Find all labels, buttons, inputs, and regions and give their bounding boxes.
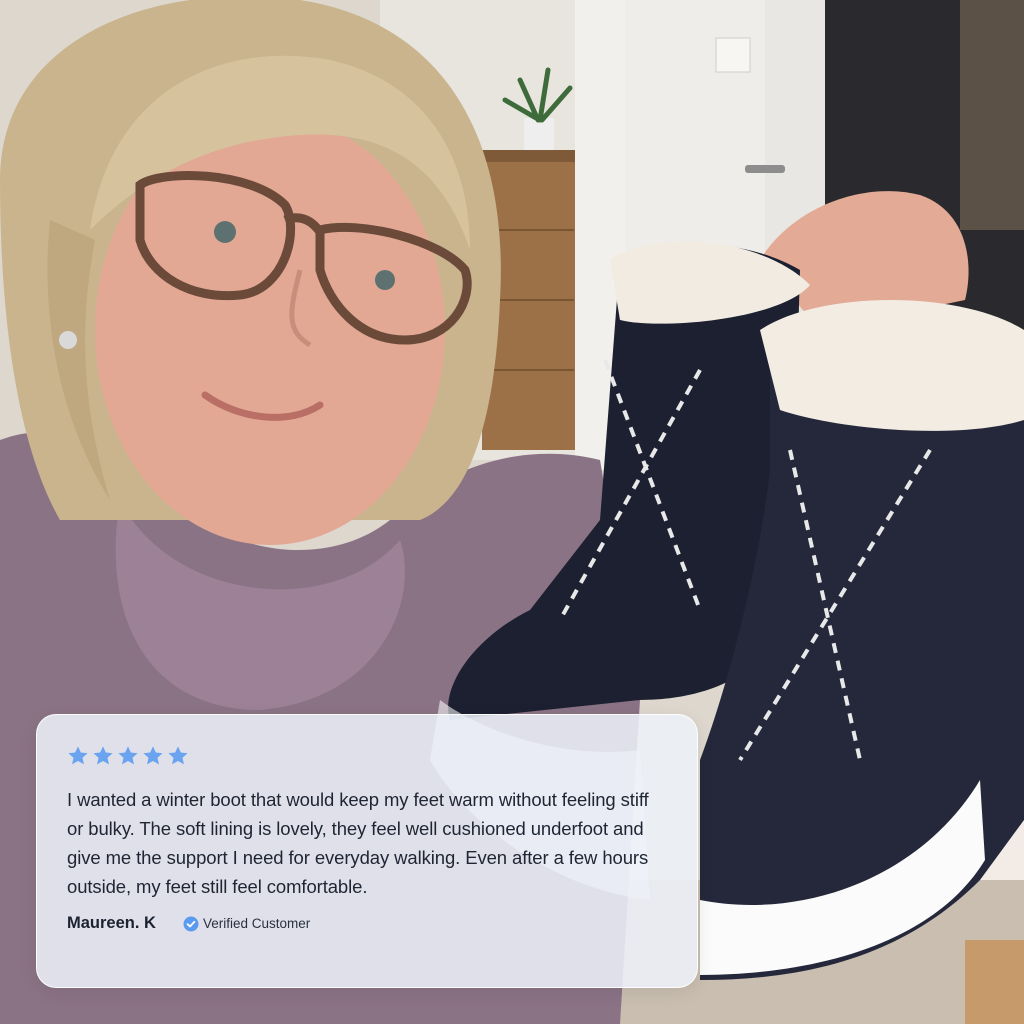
verified-badge: Verified Customer: [183, 916, 310, 932]
star-icon: [118, 746, 138, 765]
star-rating: [67, 745, 667, 771]
review-text: I wanted a winter boot that would keep m…: [67, 789, 649, 897]
review-card: I wanted a winter boot that would keep m…: [36, 714, 698, 988]
star-icon: [68, 746, 88, 765]
author-name: Maureen. K: [67, 914, 156, 932]
verified-label: Verified Customer: [202, 916, 311, 931]
check-badge-icon: [183, 916, 199, 931]
star-icon: [143, 746, 163, 765]
star-icon: [93, 746, 113, 765]
door: [625, 0, 775, 260]
review-author-row: Maureen. K Verified Customer: [67, 914, 667, 933]
star-icon: [168, 746, 188, 765]
